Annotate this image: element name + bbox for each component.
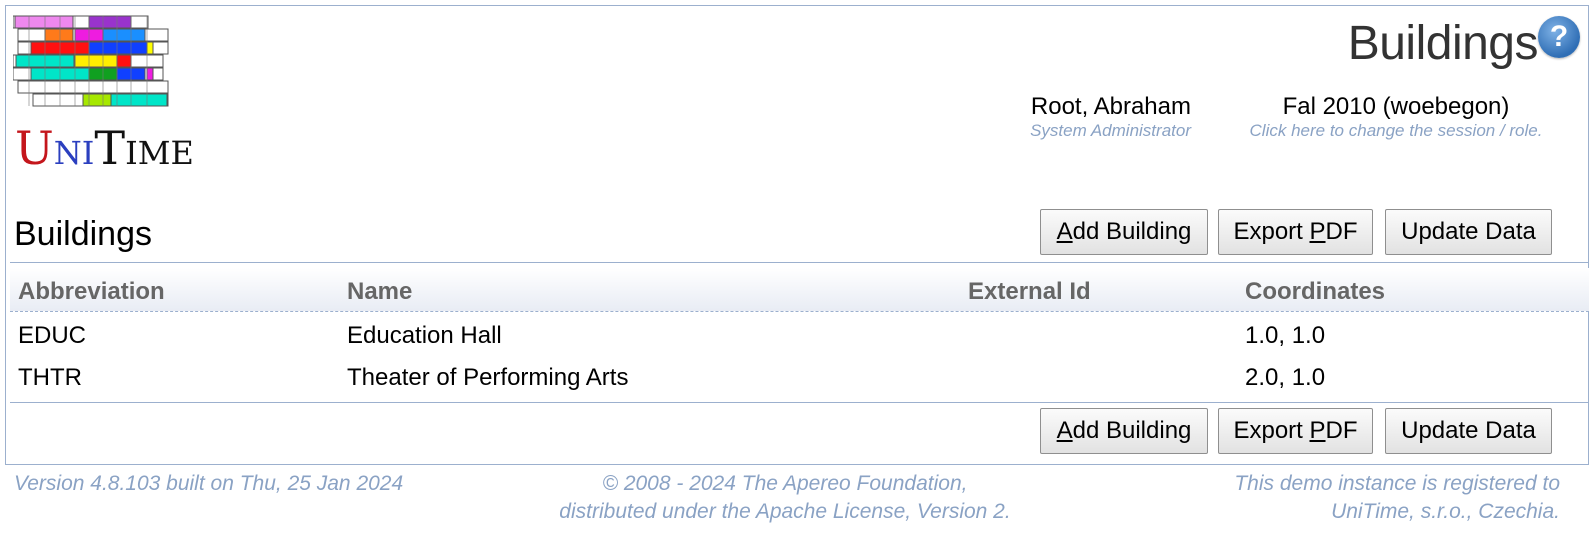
- export-pdf-button[interactable]: Export PDF: [1218, 209, 1373, 255]
- header-divider: [10, 262, 1589, 263]
- footer-license-line[interactable]: distributed under the Apache License, Ve…: [520, 498, 1050, 526]
- cell-abbreviation: THTR: [18, 364, 82, 391]
- button-label-prefix: Export: [1233, 417, 1310, 444]
- cell-coordinates: 1.0, 1.0: [1245, 322, 1326, 349]
- export-pdf-button-bottom[interactable]: Export PDF: [1218, 408, 1373, 454]
- wordmark-letter: IME: [125, 134, 194, 172]
- cell-coordinates: 2.0, 1.0: [1245, 364, 1326, 391]
- footer-copyright: © 2008 - 2024 The Apereo Foundation, dis…: [520, 470, 1050, 526]
- button-label-rest: DF: [1325, 417, 1358, 444]
- column-abbreviation[interactable]: Abbreviation: [18, 278, 165, 306]
- table-bottom-divider: [10, 402, 1589, 403]
- wordmark-letter: U: [15, 121, 54, 175]
- footer-version: Version 4.8.103 built on Thu, 25 Jan 202…: [14, 472, 404, 495]
- button-access-key: P: [1309, 218, 1326, 245]
- button-access-key: A: [1056, 417, 1073, 444]
- footer-registration-line[interactable]: This demo instance is registered to: [1234, 470, 1560, 498]
- button-label-rest: dd Building: [1072, 417, 1192, 444]
- table-header: Abbreviation Name External Id Coordinate…: [10, 268, 1589, 312]
- user-info[interactable]: Root, Abraham System Administrator: [1030, 93, 1191, 141]
- cell-name: Education Hall: [347, 322, 502, 349]
- cell-abbreviation: EDUC: [18, 322, 87, 349]
- footer-copyright-line[interactable]: © 2008 - 2024 The Apereo Foundation,: [520, 470, 1050, 498]
- column-external-id[interactable]: External Id: [968, 278, 1091, 306]
- button-label-rest: DF: [1325, 218, 1358, 245]
- unitime-logo[interactable]: UNITIME: [12, 13, 194, 178]
- page-title: Buildings: [1347, 17, 1539, 70]
- update-data-button-bottom[interactable]: Update Data: [1385, 408, 1552, 454]
- add-building-button-bottom[interactable]: Add Building: [1040, 408, 1208, 454]
- user-name: Root, Abraham: [1030, 93, 1191, 120]
- wordmark-letter: NI: [53, 134, 95, 172]
- footer-registration-owner[interactable]: UniTime, s.r.o., Czechia.: [1234, 498, 1560, 526]
- footer-registration: This demo instance is registered to UniT…: [1234, 470, 1560, 526]
- button-access-key: P: [1309, 417, 1326, 444]
- session-change-link[interactable]: Click here to change the session / role.: [1236, 121, 1556, 141]
- button-label-prefix: Export: [1233, 218, 1310, 245]
- unitime-wordmark: UNITIME: [15, 121, 194, 175]
- cell-name: Theater of Performing Arts: [347, 364, 629, 391]
- question-icon[interactable]: ?: [1538, 16, 1580, 58]
- user-role: System Administrator: [1030, 121, 1191, 140]
- column-coordinates[interactable]: Coordinates: [1245, 278, 1385, 306]
- session-name: Fal 2010 (woebegon): [1282, 93, 1510, 120]
- add-building-button[interactable]: Add Building: [1040, 209, 1208, 255]
- column-name[interactable]: Name: [347, 278, 412, 306]
- section-title: Buildings: [14, 215, 152, 253]
- session-info[interactable]: Fal 2010 (woebegon) Click here to change…: [1236, 93, 1556, 141]
- wordmark-letter: T: [94, 121, 126, 175]
- button-label-rest: dd Building: [1072, 218, 1192, 245]
- update-data-button[interactable]: Update Data: [1385, 209, 1552, 255]
- button-access-key: A: [1056, 218, 1073, 245]
